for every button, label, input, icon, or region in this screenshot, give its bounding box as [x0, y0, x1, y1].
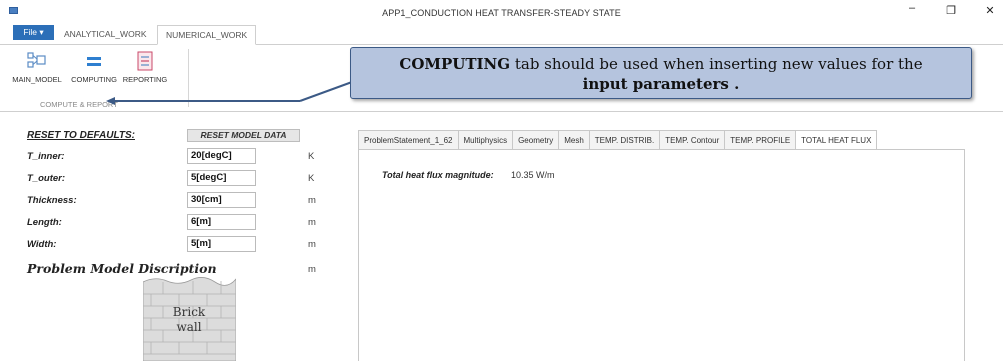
tab-problem-statement[interactable]: ProblemStatement_1_62 [358, 130, 458, 150]
t-outer-field[interactable]: 5[degC] [187, 170, 256, 186]
computing-button[interactable]: COMPUTING [68, 47, 120, 85]
reporting-button[interactable]: REPORTING [120, 50, 170, 84]
param-row-t-inner: T_inner: 20[degC] K [0, 148, 350, 165]
param-unit: m [308, 195, 316, 206]
width-field[interactable]: 5[m] [187, 236, 256, 252]
computing-label: COMPUTING [71, 75, 117, 84]
close-button[interactable]: ✕ [980, 4, 1000, 17]
param-label: T_outer: [27, 173, 65, 184]
thickness-field[interactable]: 30[cm] [187, 192, 256, 208]
brick-label-line1: Brick [173, 305, 206, 319]
computing-icon [87, 57, 101, 66]
tab-temp-profile[interactable]: TEMP. PROFILE [724, 130, 796, 150]
reset-model-data-button[interactable]: RESET MODEL DATA [187, 129, 300, 142]
t-inner-field[interactable]: 20[degC] [187, 148, 256, 164]
title-bar: APP1_CONDUCTION HEAT TRANSFER-STEADY STA… [0, 0, 1003, 28]
reporting-icon [137, 51, 153, 71]
model-description-unit: m [308, 264, 316, 275]
ribbon-group-divider [188, 49, 189, 107]
ribbon-group-label: COMPUTE & REPORT [40, 100, 118, 109]
tab-numerical-work[interactable]: NUMERICAL_WORK [157, 25, 257, 45]
param-label: Thickness: [27, 195, 77, 206]
callout-text-1: tab should be used when inserting new va… [510, 55, 923, 73]
window-title: APP1_CONDUCTION HEAT TRANSFER-STEADY STA… [382, 8, 621, 18]
file-menu-button[interactable]: File ▾ [13, 25, 54, 40]
param-unit: K [308, 151, 315, 162]
parameter-panel: RESET TO DEFAULTS: RESET MODEL DATA T_in… [0, 129, 350, 361]
param-label: T_inner: [27, 151, 65, 162]
tab-temp-contour[interactable]: TEMP. Contour [659, 130, 725, 150]
heat-flux-label: Total heat flux magnitude: [382, 170, 494, 180]
param-row-thickness: Thickness: 30[cm] m [0, 192, 350, 209]
param-row-width: Width: 5[m] m [0, 236, 350, 253]
reporting-label: REPORTING [122, 75, 168, 84]
param-label: Width: [27, 239, 57, 250]
param-row-t-outer: T_outer: 5[degC] K [0, 170, 350, 187]
minimize-button[interactable]: – [902, 2, 922, 14]
main-model-label: MAIN_MODEL [12, 75, 62, 84]
tab-temp-distrib[interactable]: TEMP. DISTRIB. [588, 130, 660, 150]
tab-mesh[interactable]: Mesh [558, 130, 589, 150]
ribbon-tab-bar: File ▾ ANALYTICAL_WORK NUMERICAL_WORK [0, 25, 1003, 45]
tab-total-heat-flux[interactable]: TOTAL HEAT FLUX [795, 130, 878, 150]
tab-analytical-work[interactable]: ANALYTICAL_WORK [64, 29, 147, 39]
callout-bold-text: COMPUTING [399, 55, 511, 73]
annotation-callout: COMPUTING tab should be used when insert… [350, 47, 972, 99]
heat-flux-value: 10.35 W/m [511, 170, 555, 180]
tab-multiphysics[interactable]: Multiphysics [457, 130, 513, 150]
results-panel: ProblemStatement_1_62 Multiphysics Geome… [358, 130, 1003, 361]
brick-label-line2: wall [176, 320, 201, 334]
callout-text-2: input parameters . [582, 75, 740, 93]
results-content: Total heat flux magnitude: 10.35 W/m [358, 149, 965, 361]
length-field[interactable]: 6[m] [187, 214, 256, 230]
tab-geometry[interactable]: Geometry [512, 130, 559, 150]
results-tabstrip: ProblemStatement_1_62 Multiphysics Geome… [358, 130, 878, 150]
main-model-button[interactable]: MAIN_MODEL [7, 50, 67, 84]
param-unit: m [308, 239, 316, 250]
param-unit: m [308, 217, 316, 228]
param-row-length: Length: 6[m] m [0, 214, 350, 231]
reset-to-defaults-link[interactable]: RESET TO DEFAULTS: [27, 130, 135, 141]
maximize-button[interactable]: ❐ [941, 4, 961, 17]
param-label: Length: [27, 217, 62, 228]
brick-wall-image: Brick wall [143, 277, 236, 361]
model-description-title: Problem Model Discription [27, 261, 217, 276]
param-unit: K [308, 173, 315, 184]
main-model-icon [27, 52, 46, 68]
